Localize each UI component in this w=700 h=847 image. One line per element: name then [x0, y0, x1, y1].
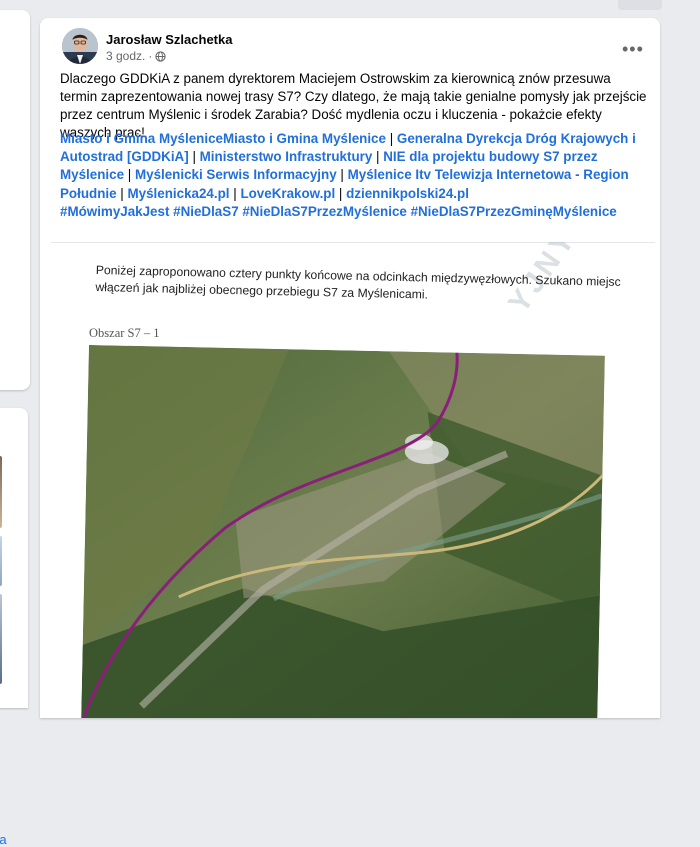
hashtags[interactable]: #MówimyJakJest #NieDlaS7 #NieDlaS7PrzezM…: [60, 204, 617, 219]
author-name[interactable]: Jarosław Szlachetka: [106, 32, 232, 47]
tag-separator: |: [340, 167, 344, 183]
tag-link[interactable]: Myślenicka24.pl: [128, 186, 230, 201]
tag-separator: |: [127, 167, 132, 183]
feed-post: Jarosław Szlachetka 3 godz. · ••• Dlacze…: [40, 18, 660, 718]
post-tags: Miasto i Gmina MyśleniceMiasto i Gmina M…: [60, 130, 652, 221]
post-meta: 3 godz. ·: [106, 49, 167, 63]
tag-link[interactable]: Myślenicki Serwis Informacyjny: [135, 167, 337, 182]
area-label: Obszar S7 – 1: [89, 326, 160, 340]
tag-separator: |: [389, 131, 394, 146]
sidebar-partial-label[interactable]: cia: [0, 832, 7, 847]
meta-separator: ·: [148, 49, 153, 63]
sidebar-thumbnail[interactable]: [0, 456, 2, 528]
tag-separator: |: [192, 149, 196, 165]
sidebar-thumbnail[interactable]: [0, 594, 2, 684]
left-sidebar-card-2: cia: [0, 408, 28, 847]
left-sidebar-card: [0, 10, 30, 390]
top-button-partial[interactable]: [618, 0, 662, 10]
tag-link[interactable]: dziennikpolski24.pl: [346, 186, 469, 201]
tag-separator: |: [376, 149, 380, 165]
tag-link[interactable]: Miasto i Gmina MyśleniceMiasto i Gmina M…: [60, 131, 386, 146]
tag-separator: |: [233, 185, 237, 201]
more-options-icon[interactable]: •••: [622, 40, 644, 58]
globe-icon[interactable]: [155, 50, 167, 62]
tag-link[interactable]: Ministerstwo Infrastruktury: [200, 149, 373, 164]
tag-separator: |: [120, 185, 124, 201]
sidebar-thumbnail[interactable]: [0, 536, 2, 586]
satellite-map: [81, 345, 605, 718]
author-avatar[interactable]: [62, 28, 98, 64]
post-time[interactable]: 3 godz.: [106, 49, 145, 63]
tag-separator: |: [338, 185, 343, 201]
tag-link[interactable]: LoveKrakow.pl: [240, 186, 335, 201]
post-attachment-image[interactable]: YJNY Poniżej zaproponowano cztery punkty…: [51, 242, 655, 718]
